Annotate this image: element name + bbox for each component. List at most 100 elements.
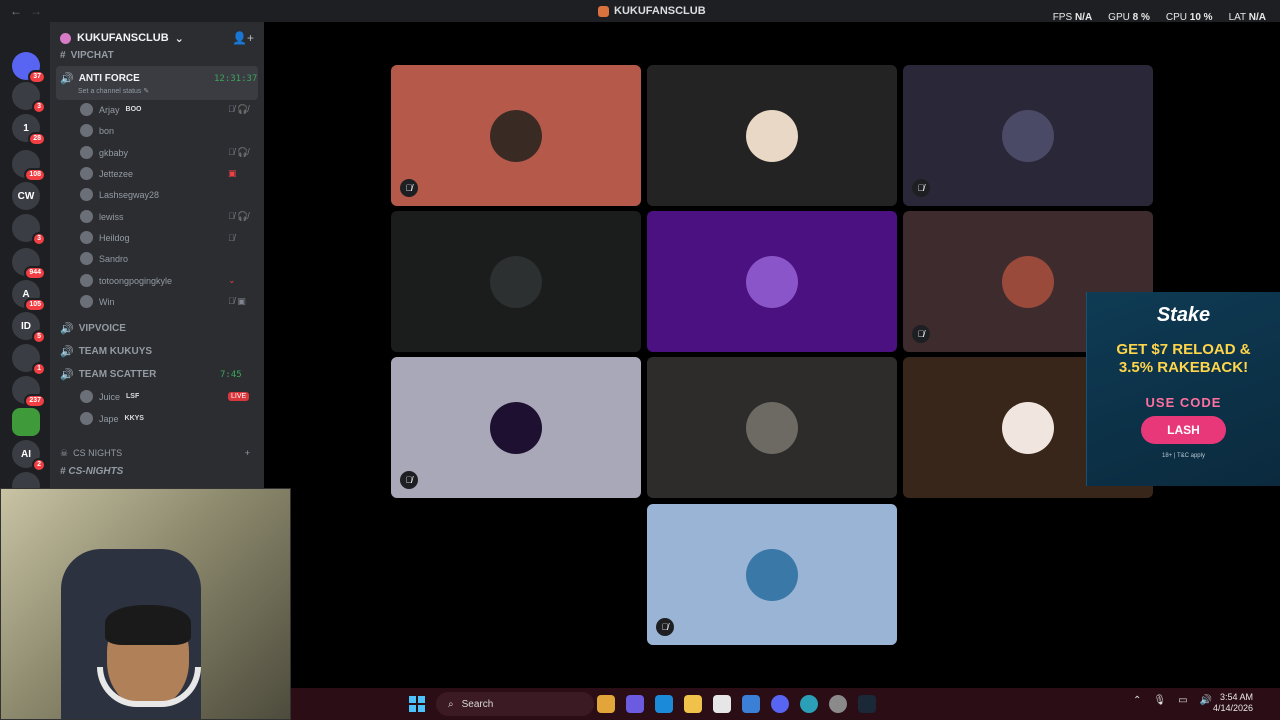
voice-user[interactable]: Sandro bbox=[80, 252, 128, 265]
forward-arrow-icon[interactable]: → bbox=[30, 4, 42, 18]
server-id-icon[interactable]: ID 5 bbox=[12, 312, 46, 344]
add-member-icon[interactable]: 👤+ bbox=[232, 31, 254, 45]
live-badge: LIVE bbox=[228, 392, 250, 401]
channel-sidebar: KUKUFANSCLUB ⌄ 👤+ # VIPCHAT 🔊 ANTI FORCE… bbox=[50, 22, 264, 488]
muted-mic-icon: 🎙̸ bbox=[912, 325, 930, 343]
taskbar-search[interactable]: ⌕ Search bbox=[436, 692, 594, 716]
channel-anti-force[interactable]: 🔊 ANTI FORCE 12:31:37 bbox=[60, 72, 257, 85]
participant-tile[interactable]: 🎙̸ bbox=[903, 65, 1153, 206]
participant-avatar bbox=[746, 548, 798, 601]
network-icon[interactable]: ▭ bbox=[1178, 695, 1187, 706]
add-channel-icon[interactable]: + bbox=[245, 448, 250, 458]
voice-user[interactable]: lewiss 🎙̸ 🎧̸ bbox=[80, 210, 248, 223]
mute-status-icon: 🎙̸ 🎧̸ bbox=[228, 147, 249, 157]
channel-vipchat[interactable]: # VIPCHAT bbox=[60, 50, 114, 61]
clock-time: 3:54 AM bbox=[1220, 692, 1254, 702]
unread-badge: 237 bbox=[24, 394, 46, 408]
edge-icon[interactable] bbox=[655, 695, 673, 713]
user-name: totoongpogingkyle bbox=[99, 275, 173, 286]
server-a-icon[interactable]: A 105 bbox=[12, 280, 46, 312]
avatar bbox=[80, 103, 93, 116]
participant-tile[interactable]: 🎙̸ bbox=[647, 504, 897, 645]
channel-status[interactable]: Set a channel status ✎ bbox=[78, 87, 149, 95]
copilot-icon[interactable] bbox=[626, 695, 644, 713]
unread-badge: 105 bbox=[24, 298, 46, 312]
voice-user[interactable]: bon bbox=[80, 124, 114, 137]
file-explorer-icon[interactable] bbox=[684, 695, 702, 713]
server-avatar-icon[interactable]: 3 bbox=[12, 214, 46, 246]
server-avatar-icon[interactable]: 944 bbox=[12, 248, 46, 280]
ad-code-label: USE CODE bbox=[1145, 395, 1222, 410]
participant-avatar bbox=[746, 255, 798, 308]
voice-user[interactable]: Heildog 🎙̸ bbox=[80, 231, 235, 244]
voice-user[interactable]: Lashsegway28 bbox=[80, 188, 159, 201]
voice-user[interactable]: totoongpogingkyle ⌄ bbox=[80, 274, 236, 287]
microphone-icon[interactable]: 🎙 bbox=[1153, 695, 1166, 706]
server-name: KUKUFANSCLUB bbox=[77, 32, 169, 44]
server-avatar-icon[interactable]: 1 bbox=[12, 344, 46, 376]
server-ai-icon[interactable]: AI 2 bbox=[12, 440, 46, 472]
voice-user[interactable]: Jettezee ▣ bbox=[80, 167, 237, 180]
participant-tile[interactable] bbox=[391, 211, 641, 352]
discord-icon[interactable]: 37 bbox=[12, 52, 46, 84]
pencil-icon: ✎ bbox=[143, 88, 150, 95]
channel-cs-nights[interactable]: # CS-NIGHTS bbox=[60, 466, 123, 477]
stake-ad-overlay: Stake GET $7 RELOAD & 3.5% RAKEBACK! USE… bbox=[1086, 292, 1280, 486]
avatar bbox=[80, 295, 93, 308]
windows-start-icon[interactable] bbox=[409, 696, 425, 712]
chevron-down-icon: ⌄ bbox=[174, 32, 184, 45]
server-avatar-icon[interactable]: 237 bbox=[12, 376, 46, 408]
participant-tile[interactable]: 🎙̸ bbox=[391, 357, 641, 498]
voice-user[interactable]: gkbaby 🎙̸ 🎧̸ bbox=[80, 146, 248, 159]
server-1-icon[interactable]: 1 28 bbox=[12, 114, 46, 146]
voice-user[interactable]: Arjay BOO 🎙̸ 🎧̸ bbox=[80, 103, 248, 116]
participant-tile[interactable] bbox=[647, 65, 897, 206]
server-initials: AI bbox=[21, 448, 31, 460]
channel-name: TEAM KUKUYS bbox=[78, 346, 153, 357]
participant-tile[interactable]: 🎙̸ bbox=[391, 65, 641, 206]
server-initials: ID bbox=[21, 320, 31, 332]
avatar bbox=[80, 390, 93, 403]
store-icon[interactable] bbox=[713, 695, 731, 713]
user-name: Sandro bbox=[99, 253, 129, 264]
mute-status-icon: ⌄ bbox=[228, 275, 236, 285]
user-name: bon bbox=[99, 125, 115, 136]
server-pepe-icon[interactable] bbox=[12, 408, 40, 436]
voice-channel[interactable]: 🔊 TEAM KUKUYS bbox=[60, 345, 152, 358]
participant-tile[interactable] bbox=[647, 211, 897, 352]
chrome-icon[interactable] bbox=[597, 695, 615, 713]
steam-icon[interactable] bbox=[858, 695, 876, 713]
server-cw-icon[interactable]: CW bbox=[12, 182, 40, 210]
server-avatar-icon[interactable]: 3 bbox=[12, 82, 46, 114]
participant-tile[interactable] bbox=[647, 357, 897, 498]
server-revolution-icon[interactable]: 108 bbox=[12, 150, 46, 182]
unread-badge: 1 bbox=[32, 362, 46, 376]
muted-mic-icon: 🎙̸ bbox=[912, 179, 930, 197]
muted-mic-icon: 🎙̸ bbox=[656, 618, 674, 636]
voice-channel[interactable]: 🔊 VIPVOICE bbox=[60, 322, 126, 335]
voice-user[interactable]: Win 🎙̸ ▣ bbox=[80, 295, 246, 308]
mail-icon[interactable] bbox=[742, 695, 760, 713]
back-arrow-icon[interactable]: ← bbox=[10, 4, 22, 18]
volume-icon[interactable]: 🔊 bbox=[1200, 695, 1212, 706]
voice-user[interactable]: Jape KKYS bbox=[80, 412, 144, 425]
obs-icon[interactable] bbox=[829, 695, 847, 713]
taskbar-clock[interactable]: 3:54 AM 4/14/2026 bbox=[1213, 692, 1253, 714]
participant-avatar bbox=[1002, 255, 1054, 308]
search-icon: ⌕ bbox=[448, 698, 454, 710]
voice-channel[interactable]: 🔊 TEAM SCATTER 7:45 bbox=[60, 368, 242, 381]
user-name: Arjay bbox=[99, 104, 120, 115]
unread-badge: 944 bbox=[24, 266, 46, 280]
messenger-icon[interactable] bbox=[800, 695, 818, 713]
category-cs-nights[interactable]: ☠ CS NIGHTS + bbox=[60, 448, 260, 459]
channel-name: CS-NIGHTS bbox=[68, 466, 124, 477]
discord-icon[interactable] bbox=[771, 695, 789, 713]
chevron-up-icon[interactable]: ⌃ bbox=[1133, 695, 1141, 706]
unread-badge: 3 bbox=[32, 232, 46, 246]
mute-status-icon: 🎙̸ ▣ bbox=[228, 296, 246, 306]
avatar bbox=[80, 274, 93, 287]
user-name: Win bbox=[99, 296, 115, 307]
unread-badge: 108 bbox=[24, 168, 46, 182]
server-gem-icon bbox=[60, 32, 71, 44]
voice-user[interactable]: Juice LSF LIVE bbox=[80, 390, 250, 403]
